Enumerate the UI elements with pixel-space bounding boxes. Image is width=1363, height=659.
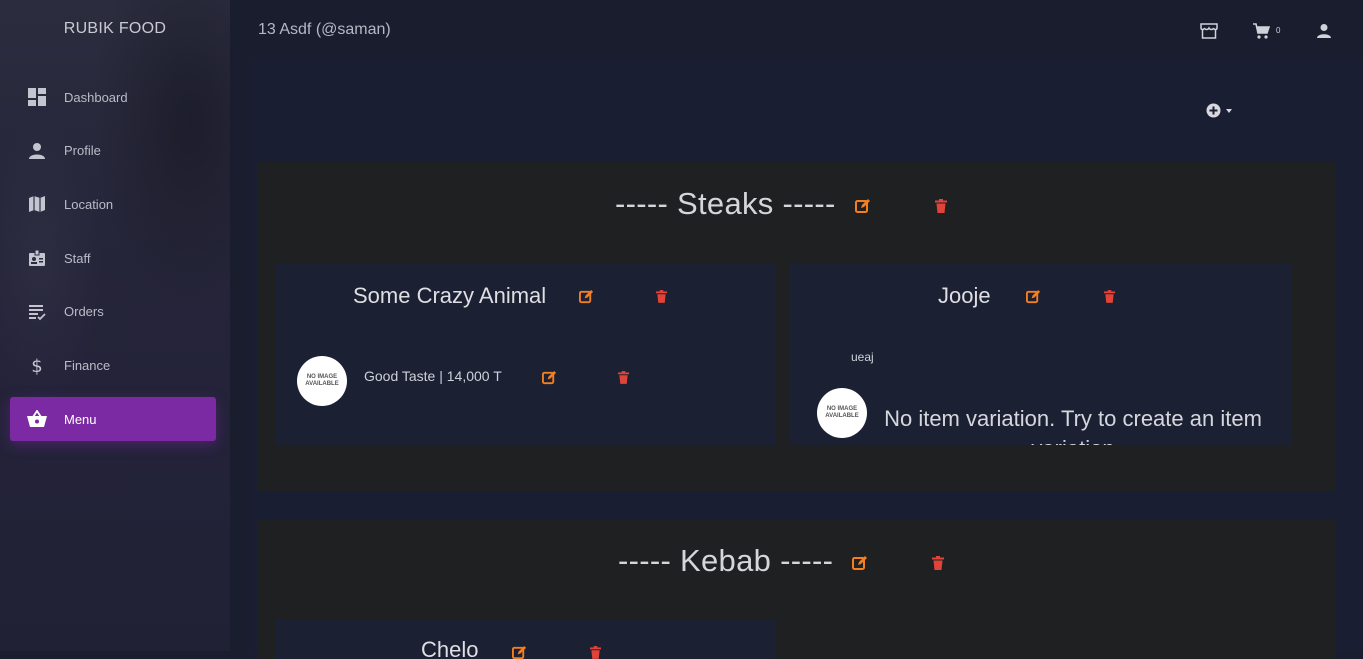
menu-item-title: Chelo [421,637,479,659]
no-image-placeholder: NO IMAGE AVAILABLE [817,388,867,438]
sidebar-item-label: Orders [64,304,104,320]
account-icon[interactable] [1313,20,1335,42]
empty-variations-message: No item variation. Try to create an item… [884,406,1262,445]
sidebar-item-menu[interactable]: Menu [10,397,216,442]
variation-label: Good Taste | 14,000 T [364,368,502,384]
edit-icon[interactable] [852,555,868,571]
trash-icon[interactable] [933,198,949,214]
sidebar-item-dashboard[interactable]: Dashboard [10,75,216,119]
sidebar-item-label: Staff [64,250,91,266]
sidebar-item-label: Finance [64,357,111,373]
cart-icon[interactable] [1250,20,1272,42]
trash-icon[interactable] [1101,288,1117,304]
receipt-list-icon [26,301,48,323]
basket-icon [26,408,48,430]
trash-icon[interactable] [615,369,631,385]
sidebar-item-label: Location [64,196,114,212]
sidebar-item-location[interactable]: Location [10,182,216,226]
menu-item-title: Some Crazy Animal [353,283,547,308]
chevron-down-icon [1226,109,1232,113]
menu-item-title: Jooje [938,283,991,308]
trash-icon[interactable] [930,555,946,571]
menu-item-card: Chelo [275,619,776,659]
cart-count-badge: 0 [1276,26,1281,35]
sidebar-item-profile[interactable]: Profile [10,129,216,173]
sidebar-item-label: Profile [64,143,101,159]
add-category-dropdown[interactable] [1206,103,1232,123]
edit-icon[interactable] [541,369,557,385]
menu-item-description: ueaj [851,350,874,364]
map-icon [26,193,48,215]
category-title: ----- Kebab ----- [618,543,834,578]
person-icon [26,140,48,162]
sidebar-item-label: Dashboard [64,89,128,105]
edit-icon[interactable] [855,198,871,214]
no-image-placeholder: NO IMAGE AVAILABLE [297,356,347,406]
sidebar-item-orders[interactable]: Orders [10,290,216,334]
category-section: ----- Steaks ----- Some Crazy Animal NO … [257,162,1336,491]
sidebar-item-finance[interactable]: $ Finance [10,343,216,387]
badge-icon [26,247,48,269]
trash-icon[interactable] [653,288,669,304]
sidebar-item-staff[interactable]: Staff [10,236,216,280]
sidebar: RUBIK FOOD Dashboard Profile Location St… [0,0,230,651]
edit-icon[interactable] [578,288,594,304]
edit-icon[interactable] [511,644,527,659]
menu-item-card: Some Crazy Animal NO IMAGE AVAILABLE Goo… [275,263,776,445]
top-bar: 13 Asdf (@saman) [230,0,1363,60]
sidebar-nav: Dashboard Profile Location Staff Orders [10,75,216,451]
dashboard-icon [26,86,48,108]
category-section: ----- Kebab ----- Chelo [257,519,1336,659]
edit-icon[interactable] [1025,288,1041,304]
store-icon[interactable] [1198,20,1220,42]
dollar-icon: $ [26,354,48,376]
sidebar-item-label: Menu [64,411,97,427]
menu-item-card: Jooje ueaj NO IMAGE AVAILABLE No item va… [790,263,1292,445]
category-title: ----- Steaks ----- [615,186,836,221]
svg-text:$: $ [31,356,42,375]
add-circle-icon [1206,103,1221,123]
restaurant-title: 13 Asdf (@saman) [258,21,391,38]
brand-logo-text[interactable]: RUBIK FOOD [0,20,230,38]
trash-icon[interactable] [587,644,603,659]
